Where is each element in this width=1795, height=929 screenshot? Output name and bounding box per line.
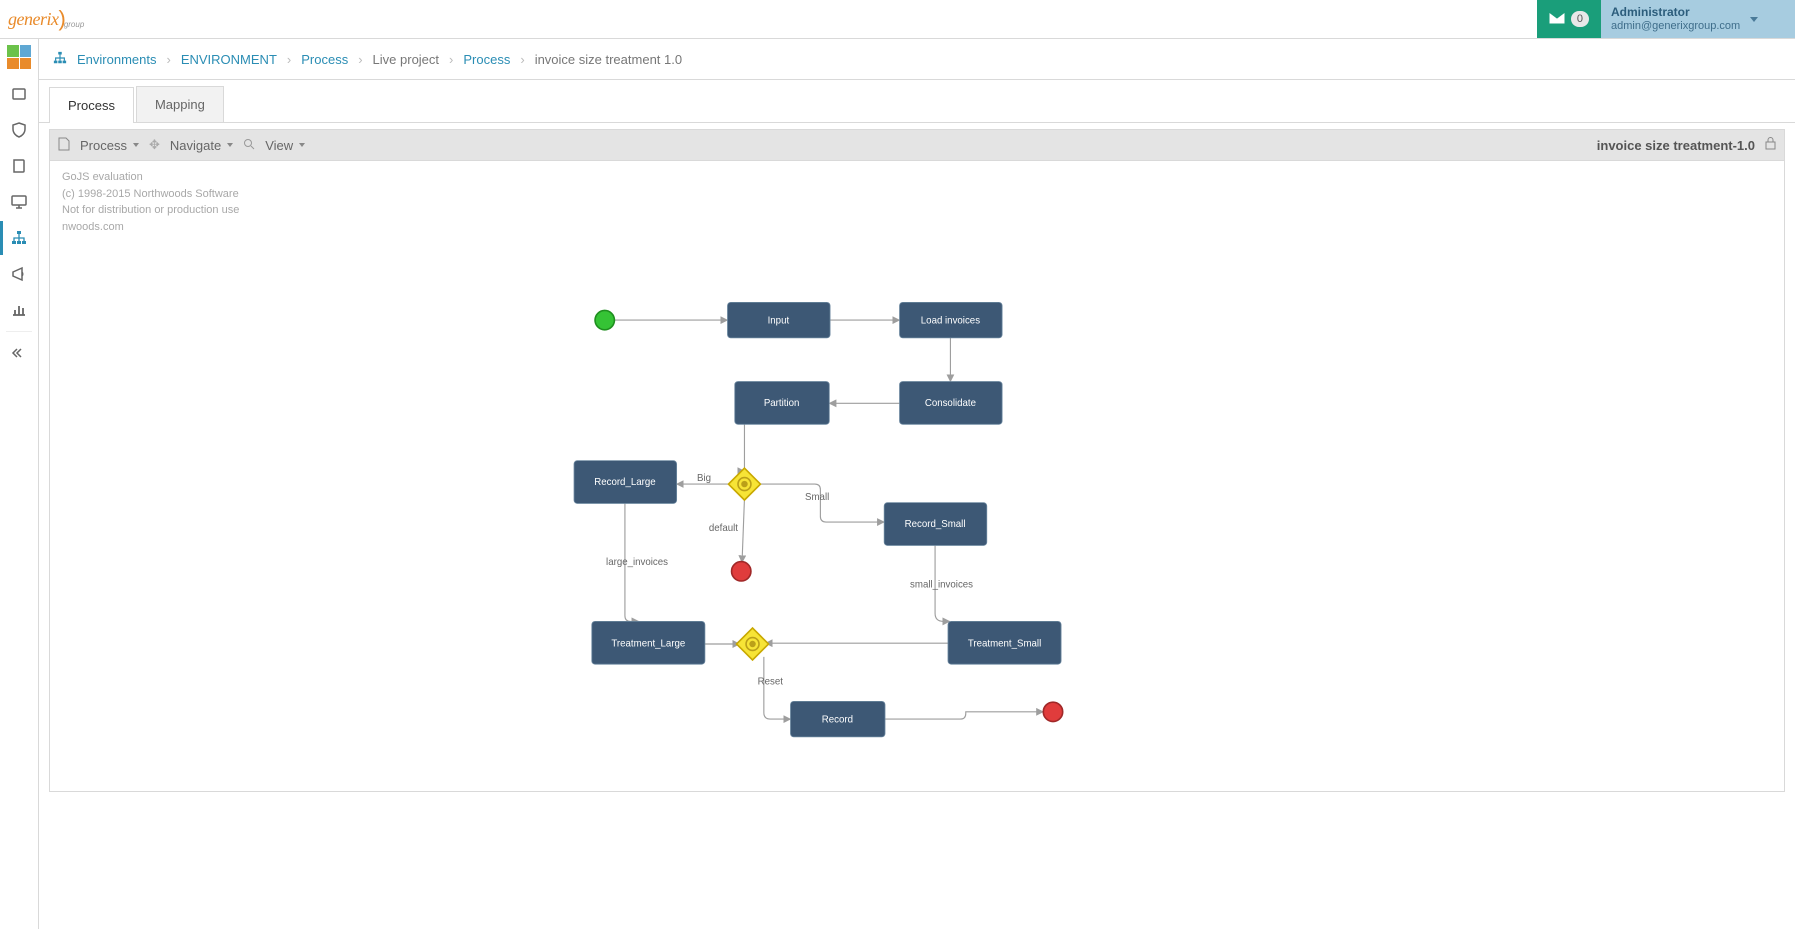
user-menu[interactable]: Administrator admin@generixgroup.com bbox=[1601, 0, 1795, 38]
node-recordsmall[interactable]: Record_Small bbox=[884, 503, 987, 546]
tab-process[interactable]: Process bbox=[49, 87, 134, 123]
logo-subtext: group bbox=[64, 20, 84, 29]
edge-gw1-end1[interactable] bbox=[742, 499, 744, 563]
edge-record-end2[interactable] bbox=[885, 712, 1043, 719]
sidebar-item-chart[interactable] bbox=[0, 293, 38, 327]
toolbar-navigate-menu[interactable]: Navigate bbox=[164, 136, 239, 155]
diagram-title: invoice size treatment-1.0 bbox=[1597, 138, 1755, 153]
node-record[interactable]: Record bbox=[791, 701, 886, 737]
tab-mapping[interactable]: Mapping bbox=[136, 86, 224, 122]
node-recordlarge[interactable]: Record_Large bbox=[574, 461, 677, 504]
logo[interactable]: generix ) group bbox=[6, 6, 84, 32]
diagram-toolbar: Process ✥ Navigate View invoice size tre… bbox=[49, 129, 1785, 161]
sidebar-item-shield[interactable] bbox=[0, 113, 38, 147]
caret-down-icon bbox=[1750, 17, 1758, 22]
user-name: Administrator bbox=[1611, 5, 1740, 19]
caret-down-icon bbox=[227, 143, 233, 147]
end-node-2[interactable] bbox=[1043, 702, 1062, 721]
start-node[interactable] bbox=[595, 310, 614, 329]
svg-text:Record_Large: Record_Large bbox=[594, 477, 655, 488]
svg-text:Treatment_Large: Treatment_Large bbox=[611, 639, 685, 650]
chevron-right-icon: › bbox=[520, 52, 524, 67]
notifications-count: 0 bbox=[1571, 11, 1589, 27]
svg-text:Record_Small: Record_Small bbox=[905, 519, 966, 530]
breadcrumb-process[interactable]: Process bbox=[301, 52, 348, 67]
breadcrumb-environment[interactable]: ENVIRONMENT bbox=[181, 52, 277, 67]
chevron-right-icon: › bbox=[166, 52, 170, 67]
end-node-1[interactable] bbox=[732, 562, 751, 581]
gateway-2[interactable] bbox=[737, 628, 769, 660]
diagram-canvas[interactable]: GoJS evaluation (c) 1998-2015 Northwoods… bbox=[49, 161, 1785, 792]
breadcrumb: Environments › ENVIRONMENT › Process › L… bbox=[39, 39, 1795, 80]
notifications-button[interactable]: 0 bbox=[1537, 0, 1601, 38]
breadcrumb-liveproject: Live project bbox=[373, 52, 439, 67]
user-email: admin@generixgroup.com bbox=[1611, 20, 1740, 33]
breadcrumb-current: invoice size treatment 1.0 bbox=[535, 52, 682, 67]
svg-text:Treatment_Small: Treatment_Small bbox=[968, 639, 1041, 650]
chevron-right-icon: › bbox=[449, 52, 453, 67]
sidebar-collapse[interactable] bbox=[0, 336, 38, 370]
tabs: Process Mapping bbox=[39, 80, 1795, 123]
svg-text:Partition: Partition bbox=[764, 398, 800, 409]
caret-down-icon bbox=[133, 143, 139, 147]
edge-label-large: large_invoices bbox=[606, 557, 668, 568]
logo-text: generix bbox=[8, 9, 58, 30]
flow-svg: Big Small default large_invoices small_i… bbox=[50, 161, 1510, 791]
lock-icon bbox=[1765, 137, 1776, 153]
search-icon bbox=[243, 138, 255, 153]
sidebar-item-megaphone[interactable] bbox=[0, 257, 38, 291]
breadcrumb-process2[interactable]: Process bbox=[463, 52, 510, 67]
node-partition[interactable]: Partition bbox=[735, 382, 830, 425]
envelope-icon bbox=[1549, 12, 1565, 27]
sidebar bbox=[0, 39, 39, 929]
sidebar-item-sitemap[interactable] bbox=[0, 221, 38, 255]
sidebar-apps-icon[interactable] bbox=[7, 45, 31, 69]
chevron-right-icon: › bbox=[358, 52, 362, 67]
main-area: Environments › ENVIRONMENT › Process › L… bbox=[39, 39, 1795, 929]
edge-gw2-record[interactable] bbox=[764, 657, 791, 719]
node-treatmentsmall[interactable]: Treatment_Small bbox=[948, 621, 1061, 664]
edge-label-small2: small_invoices bbox=[910, 579, 973, 590]
sitemap-icon bbox=[53, 51, 67, 68]
header-right: 0 Administrator admin@generixgroup.com bbox=[1537, 0, 1795, 38]
node-input[interactable]: Input bbox=[728, 302, 831, 338]
top-header: generix ) group 0 Administrator admin@ge… bbox=[0, 0, 1795, 39]
edge-label-big: Big bbox=[697, 473, 711, 484]
move-icon: ✥ bbox=[149, 137, 160, 153]
svg-text:Consolidate: Consolidate bbox=[925, 398, 976, 409]
svg-text:Load invoices: Load invoices bbox=[921, 315, 980, 326]
edge-label-small: Small bbox=[805, 492, 829, 503]
node-treatmentlarge[interactable]: Treatment_Large bbox=[592, 621, 705, 664]
sidebar-item-monitor[interactable] bbox=[0, 185, 38, 219]
toolbar-process-menu[interactable]: Process bbox=[74, 136, 145, 155]
svg-text:Record: Record bbox=[822, 714, 853, 725]
chevron-right-icon: › bbox=[287, 52, 291, 67]
edge-label-reset: Reset bbox=[758, 676, 784, 687]
gateway-1[interactable] bbox=[728, 468, 760, 500]
sidebar-item-rect[interactable] bbox=[0, 77, 38, 111]
node-load[interactable]: Load invoices bbox=[900, 302, 1003, 338]
edge-label-default: default bbox=[709, 523, 738, 534]
watermark: GoJS evaluation (c) 1998-2015 Northwoods… bbox=[62, 169, 239, 235]
breadcrumb-environments[interactable]: Environments bbox=[77, 52, 156, 67]
caret-down-icon bbox=[299, 143, 305, 147]
sidebar-item-book[interactable] bbox=[0, 149, 38, 183]
node-consolidate[interactable]: Consolidate bbox=[900, 382, 1003, 425]
svg-text:Input: Input bbox=[768, 315, 790, 326]
file-icon bbox=[58, 137, 70, 154]
toolbar-view-menu[interactable]: View bbox=[259, 136, 311, 155]
